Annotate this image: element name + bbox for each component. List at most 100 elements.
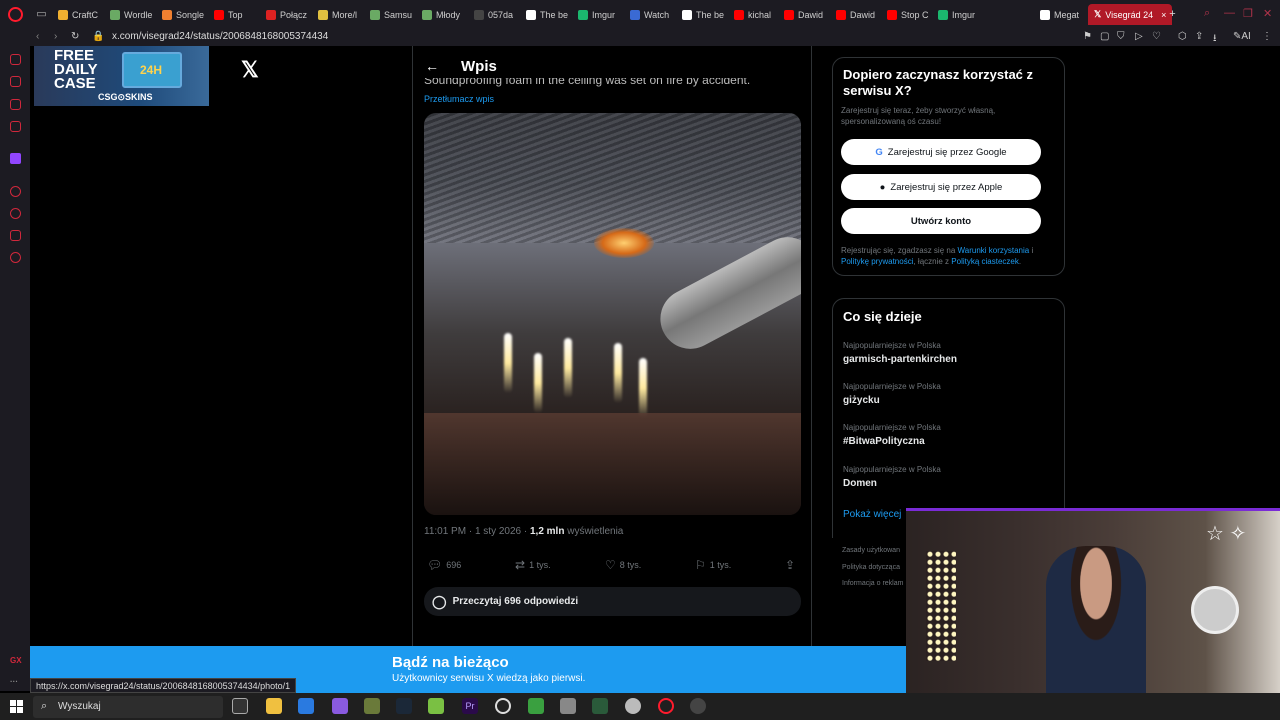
sidebar-m-icon[interactable] (10, 121, 21, 132)
pin-icon[interactable]: ⚑ (1083, 31, 1092, 42)
privacy-link[interactable]: Politykę prywatności (841, 257, 913, 266)
file-explorer-icon[interactable] (266, 698, 282, 714)
premiere-icon[interactable]: Pr (462, 698, 478, 714)
x-logo-icon[interactable]: 𝕏 (241, 57, 259, 83)
extensions-icon[interactable]: ⬡ (1178, 31, 1187, 42)
minimize-icon[interactable]: — (1224, 7, 1235, 19)
back-arrow-icon[interactable]: ← (425, 58, 439, 74)
maximize-icon[interactable]: ❐ (1243, 7, 1253, 20)
cookies-link[interactable]: Polityką ciasteczek (951, 257, 1019, 266)
tab-favicon-icon (734, 9, 744, 20)
tab[interactable]: Dawid (784, 4, 832, 25)
tab[interactable]: The be (682, 4, 730, 25)
footer-link[interactable]: Informacja o reklam (842, 580, 903, 587)
sidebar-aria-icon[interactable] (10, 54, 21, 65)
ai-icon[interactable]: ✎AI (1233, 31, 1251, 42)
tab[interactable]: Watch (630, 4, 678, 25)
tab[interactable]: 057da (474, 4, 522, 25)
ad-banner[interactable]: FREE DAILY CASE 24H CSG⊙SKINS (34, 46, 209, 106)
browser-icon[interactable] (625, 698, 641, 714)
shield-icon[interactable]: ⛉ (1117, 31, 1125, 42)
tab[interactable]: Megat (1040, 4, 1088, 25)
sidebar-messenger-icon[interactable] (10, 99, 21, 110)
taskbar-search[interactable]: ⌕ Wyszukaj (33, 696, 223, 718)
trend-item[interactable]: Domen (843, 478, 877, 489)
show-more-link[interactable]: Pokaż więcej (843, 509, 901, 520)
search-tabs-icon[interactable]: ⌕ (1204, 7, 1210, 20)
heart-icon[interactable]: ♡ (1152, 31, 1161, 42)
terms-link[interactable]: Warunki korzystania (958, 246, 1030, 255)
tab[interactable]: kichal (734, 4, 782, 25)
share-icon[interactable]: ⇪ (1195, 31, 1203, 42)
footer-link[interactable]: Polityka dotycząca (842, 564, 900, 571)
windows-start-icon[interactable] (10, 700, 23, 713)
tab[interactable]: CraftC (58, 4, 106, 25)
app-m-icon[interactable] (298, 698, 314, 714)
share-button[interactable]: ⇪ (785, 558, 795, 572)
apple-signup-button[interactable]: ● Zarejestruj się przez Apple (841, 174, 1041, 200)
back-nav-icon[interactable]: ‹ (36, 31, 39, 42)
repost-button[interactable]: ⇄ 1 tys. (515, 558, 551, 572)
bookmark-button[interactable]: ⚐ 1 tys. (695, 558, 731, 572)
sidebar-twitch-icon[interactable] (10, 153, 21, 164)
google-signup-button[interactable]: G Zarejestruj się przez Google (841, 139, 1041, 165)
sidebar-more-icon[interactable]: ··· (10, 677, 18, 686)
stack-icon[interactable] (592, 698, 608, 714)
download-icon[interactable]: ⭳ (1213, 31, 1217, 48)
like-button[interactable]: ♡ 8 tys. (605, 558, 641, 572)
game-icon[interactable] (528, 698, 544, 714)
tab[interactable]: Połącz (266, 4, 314, 25)
tab[interactable]: More/l (318, 4, 366, 25)
tab[interactable]: Songle (162, 4, 210, 25)
forward-nav-icon[interactable]: › (54, 31, 57, 42)
tab-active[interactable]: 𝕏 Visegrád 24 × (1088, 4, 1173, 25)
camera-app-icon[interactable] (690, 698, 706, 714)
trend-item[interactable]: giżycku (843, 395, 880, 406)
trend-item[interactable]: garmisch-partenkirchen (843, 354, 957, 365)
tab[interactable]: Młody (422, 4, 470, 25)
sidebar-history-icon[interactable] (10, 208, 21, 219)
url-field[interactable]: x.com/visegrad24/status/2006848168005374… (112, 31, 328, 42)
footer-link[interactable]: Zasady użytkowan (842, 547, 900, 554)
crystal-app-icon[interactable] (332, 698, 348, 714)
obs-icon[interactable] (495, 698, 511, 714)
play-icon[interactable]: ▷ (1135, 31, 1143, 42)
sidebar-tracker-icon[interactable] (10, 76, 21, 87)
sidebar-player-icon[interactable] (10, 186, 21, 197)
translate-link[interactable]: Przetłumacz wpis (424, 94, 494, 104)
infinity-app-icon[interactable] (364, 698, 380, 714)
notepad-icon[interactable] (428, 698, 444, 714)
opera-logo-icon[interactable] (8, 7, 23, 22)
tab-label: Dawid (798, 9, 824, 20)
tab[interactable]: The be (526, 4, 574, 25)
opera-gx-icon[interactable] (658, 698, 674, 714)
trend-item[interactable]: #BitwaPolityczna (843, 436, 925, 447)
sidebar-gx-icon[interactable]: GX (10, 656, 22, 665)
post-photo[interactable] (424, 113, 801, 515)
tab-favicon-icon (682, 9, 692, 20)
tab-favicon-icon (836, 9, 846, 20)
menu-icon[interactable]: ⋮ (1262, 31, 1272, 42)
tab[interactable]: Stop C (887, 4, 935, 25)
workspaces-icon[interactable]: ▭ (35, 8, 48, 21)
tab[interactable]: Imgur (938, 4, 986, 25)
close-window-icon[interactable]: ✕ (1263, 7, 1272, 20)
task-view-icon[interactable] (232, 698, 248, 714)
reload-icon[interactable]: ↻ (71, 31, 79, 42)
tab[interactable]: Wordle (110, 4, 158, 25)
signup-title: Dopiero zaczynasz korzystać z serwisu X? (843, 67, 1034, 98)
tab[interactable]: Samsu (370, 4, 418, 25)
app-icon[interactable] (560, 698, 576, 714)
sidebar-chat-icon[interactable] (10, 230, 21, 241)
steam-icon[interactable] (396, 698, 412, 714)
snapshot-icon[interactable]: ▢ (1100, 31, 1109, 42)
tab-label: Wordle (124, 9, 153, 20)
read-replies-button[interactable]: ◯ Przeczytaj 696 odpowiedzi (424, 587, 801, 616)
sidebar-settings-icon[interactable] (10, 252, 21, 263)
tab[interactable]: Top (214, 4, 262, 25)
reply-button[interactable]: 💬︎ 696 (427, 558, 461, 572)
create-account-button[interactable]: Utwórz konto (841, 208, 1041, 234)
tab[interactable]: Imgur (578, 4, 626, 25)
tab[interactable]: Dawid (836, 4, 884, 25)
new-tab-icon[interactable]: + (1166, 8, 1179, 21)
